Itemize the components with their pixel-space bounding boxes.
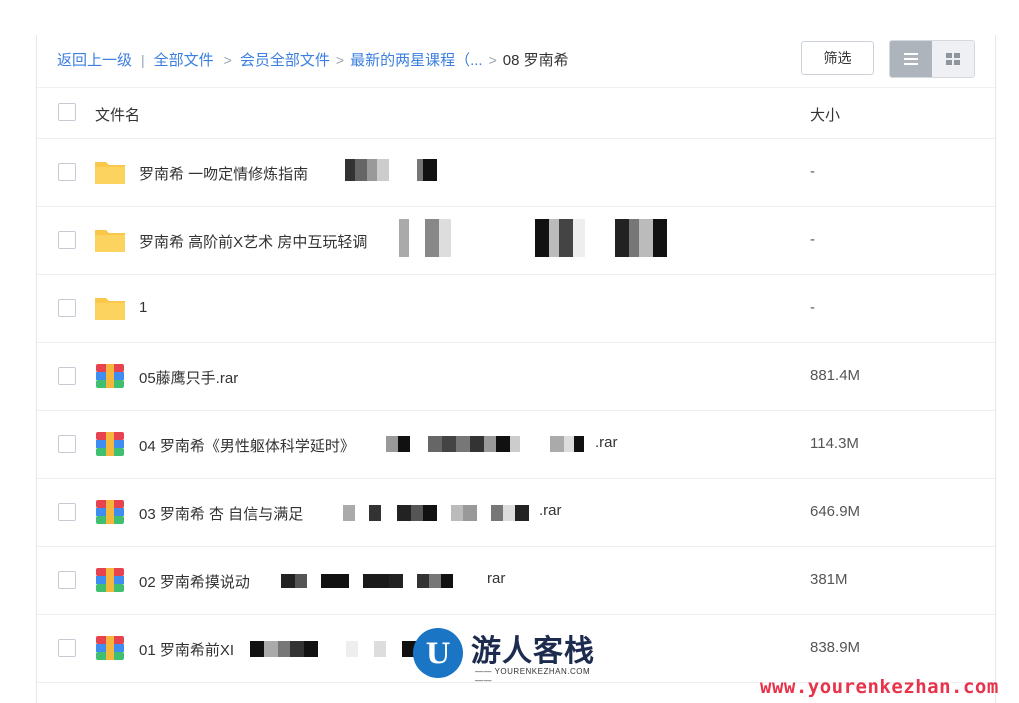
redaction-mosaic <box>343 505 535 521</box>
list-view-icon <box>904 53 918 65</box>
table-row[interactable]: 05藤鹰只手.rar 881.4M <box>37 343 995 411</box>
folder-icon <box>95 162 125 184</box>
select-all-checkbox[interactable] <box>58 103 76 121</box>
file-name[interactable]: 罗南希 一吻定情修炼指南 <box>139 163 308 184</box>
breadcrumb-latest-courses[interactable]: 最新的两星课程（... <box>350 49 483 70</box>
table-row[interactable]: 罗南希 一吻定情修炼指南 - <box>37 139 995 207</box>
breadcrumb-separator: > <box>335 51 345 68</box>
redaction-mosaic <box>281 574 477 588</box>
file-size: 646.9M <box>810 503 861 520</box>
watermark-logo: U 游人客栈 —— YOURENKEZHAN.COM —— <box>413 626 608 685</box>
archive-icon <box>96 500 124 524</box>
archive-icon <box>96 432 124 456</box>
row-checkbox[interactable] <box>58 231 76 249</box>
folder-icon <box>95 298 125 320</box>
breadcrumb-divider: | <box>141 51 145 68</box>
watermark-url: www.yourenkezhan.com <box>760 676 999 698</box>
file-name[interactable]: 02 罗南希摸说动 <box>139 571 250 592</box>
file-extension: .rar <box>595 434 618 451</box>
column-header-size: 大小 <box>810 107 841 124</box>
archive-icon <box>96 568 124 592</box>
file-name[interactable]: 罗南希 高阶前X艺术 房中互玩轻调 <box>139 231 367 252</box>
logo-text: 游人客栈 <box>471 634 595 669</box>
list-view-button[interactable] <box>890 41 932 77</box>
back-link[interactable]: 返回上一级 <box>57 49 132 70</box>
table-row[interactable]: 罗南希 高阶前X艺术 房中互玩轻调 - <box>37 207 995 275</box>
grid-view-button[interactable] <box>932 41 974 77</box>
file-name[interactable]: 05藤鹰只手.rar <box>139 367 238 388</box>
row-checkbox[interactable] <box>58 639 76 657</box>
redaction-mosaic <box>399 219 673 257</box>
file-name[interactable]: 03 罗南希 杏 自信与满足 <box>139 503 303 524</box>
file-size: - <box>810 163 815 180</box>
breadcrumb-separator: > <box>488 51 497 68</box>
breadcrumb: 返回上一级 | 全部文件 > 会员全部文件 > 最新的两星课程（... > 08… <box>57 49 569 70</box>
redaction-mosaic <box>345 159 445 181</box>
file-name[interactable]: 01 罗南希前XI <box>139 639 234 660</box>
archive-icon <box>96 636 124 660</box>
row-checkbox[interactable] <box>58 503 76 521</box>
grid-view-icon <box>946 53 960 65</box>
table-row[interactable]: 03 罗南希 杏 自信与满足 .rar 646.9M <box>37 479 995 547</box>
row-checkbox[interactable] <box>58 299 76 317</box>
breadcrumb-member-files[interactable]: 会员全部文件 <box>240 49 330 70</box>
table-row[interactable]: 04 罗南希《男性躯体科学延时》 .rar 114.3M <box>37 411 995 479</box>
table-row[interactable]: 02 罗南希摸说动 rar 381M <box>37 547 995 615</box>
file-size: 838.9M <box>810 639 861 656</box>
file-size: - <box>810 299 815 316</box>
row-checkbox[interactable] <box>58 435 76 453</box>
redaction-mosaic <box>250 641 420 657</box>
logo-subtitle: —— YOURENKEZHAN.COM —— <box>475 667 591 685</box>
file-size: 381M <box>810 571 848 588</box>
toolbar: 返回上一级 | 全部文件 > 会员全部文件 > 最新的两星课程（... > 08… <box>37 35 995 88</box>
file-size: 881.4M <box>810 367 861 384</box>
archive-icon <box>96 364 124 388</box>
file-extension: .rar <box>539 502 562 519</box>
row-checkbox[interactable] <box>58 367 76 385</box>
column-header-name: 文件名 <box>95 107 141 124</box>
row-checkbox[interactable] <box>58 571 76 589</box>
folder-icon <box>95 230 125 252</box>
table-header: 文件名 大小 <box>37 88 995 139</box>
redaction-mosaic <box>386 436 586 452</box>
file-extension: rar <box>487 570 506 587</box>
file-name[interactable]: 04 罗南希《男性躯体科学延时》 <box>139 435 355 456</box>
file-size: 114.3M <box>810 435 859 452</box>
table-row[interactable]: 1 - <box>37 275 995 343</box>
breadcrumb-current: 08 罗南希 <box>502 52 569 69</box>
file-browser-panel: 返回上一级 | 全部文件 > 会员全部文件 > 最新的两星课程（... > 08… <box>36 35 996 703</box>
row-checkbox[interactable] <box>58 163 76 181</box>
breadcrumb-all-files[interactable]: 全部文件 <box>154 49 214 70</box>
file-size: - <box>810 231 815 248</box>
view-toggle <box>889 40 975 78</box>
filter-button[interactable]: 筛选 <box>801 41 874 75</box>
file-name[interactable]: 1 <box>139 299 147 316</box>
breadcrumb-separator: > <box>223 51 232 68</box>
logo-emblem: U <box>413 628 463 678</box>
